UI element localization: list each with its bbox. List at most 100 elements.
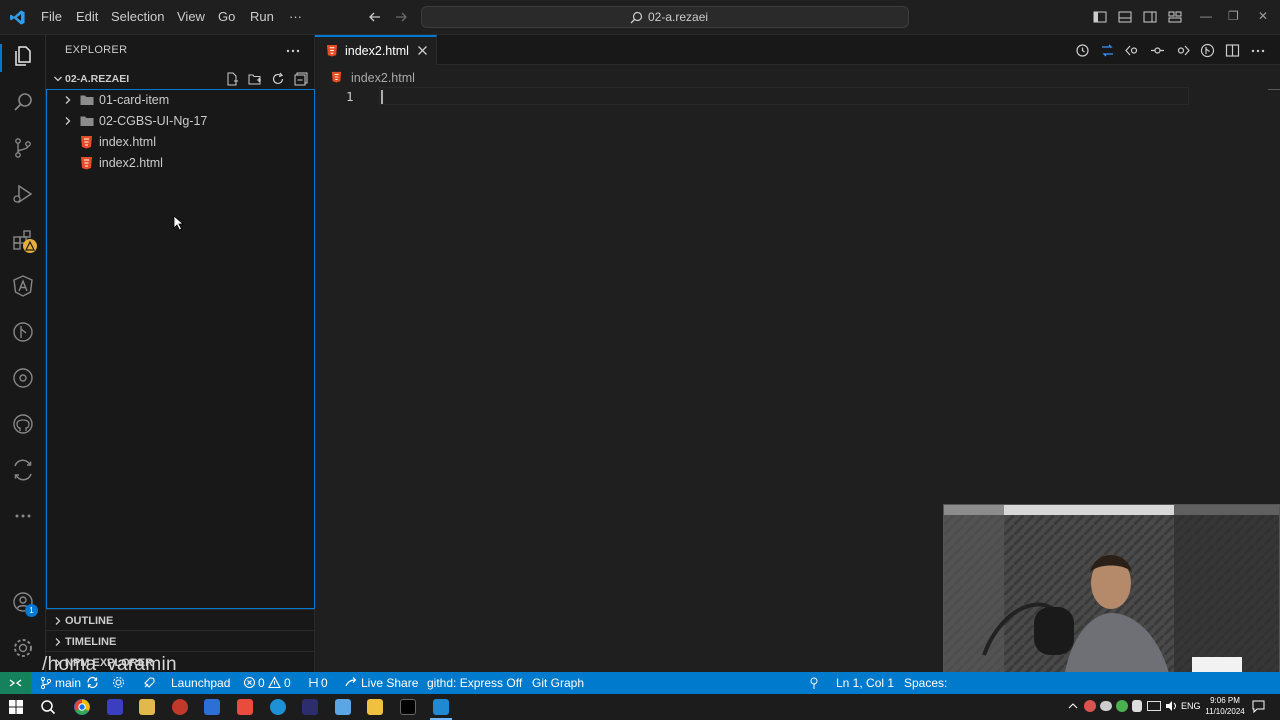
tree-item-label: 01-card-item (99, 93, 170, 107)
menu-go[interactable]: Go (218, 9, 235, 24)
clock-time[interactable]: 9:06 PM (1207, 696, 1243, 705)
git-graph-icon[interactable] (1200, 43, 1215, 58)
timeline-section[interactable]: TIMELINE (46, 630, 315, 651)
app-icon[interactable] (139, 699, 155, 715)
warning-count[interactable]: 0 (284, 676, 291, 690)
network-icon[interactable] (1147, 701, 1161, 711)
open-changes-icon[interactable] (1125, 43, 1140, 58)
taskbar-search-icon[interactable] (40, 699, 56, 715)
remote-explorer-icon[interactable] (11, 458, 35, 482)
show-hidden-icons[interactable] (1068, 702, 1078, 710)
extensions-icon[interactable] (11, 228, 37, 253)
breadcrumb[interactable]: index2.html (351, 71, 415, 85)
terminal-icon[interactable] (400, 699, 416, 715)
tree-item-folder[interactable]: 02-CGBS-UI-Ng-17 (47, 111, 314, 132)
close-tab-icon[interactable] (417, 45, 428, 56)
search-view-icon[interactable] (11, 90, 35, 114)
next-revision-icon[interactable] (1175, 43, 1190, 58)
app-icon[interactable] (204, 699, 220, 715)
toggle-secondary-sidebar-icon[interactable] (1143, 10, 1157, 24)
chevron-right-icon (62, 94, 74, 106)
live-share-label[interactable]: Live Share (361, 676, 418, 690)
close-window-button[interactable]: ✕ (1258, 9, 1268, 23)
workspace-root-header[interactable]: 02-A.REZAEI (46, 68, 315, 90)
explorer-tree[interactable]: 01-card-item 02-CGBS-UI-Ng-17 index.html… (46, 89, 315, 609)
githd-status[interactable]: githd: Express Off (427, 676, 522, 690)
toggle-panel-icon[interactable] (1118, 10, 1132, 24)
new-folder-icon[interactable] (248, 72, 262, 86)
vscode-taskbar-icon[interactable] (433, 699, 449, 715)
accounts-icon[interactable]: 1 (11, 590, 38, 617)
windows-start-icon[interactable] (9, 700, 23, 714)
menu-view[interactable]: View (177, 9, 205, 24)
location-pin-icon[interactable] (808, 676, 820, 690)
back-arrow-icon[interactable] (368, 10, 382, 24)
indentation[interactable]: Spaces: (904, 676, 947, 690)
skype-icon[interactable] (270, 699, 286, 715)
webcam-overlay (943, 504, 1280, 694)
tray-icon[interactable] (1116, 700, 1128, 712)
webcam-image (944, 505, 1279, 693)
source-control-icon[interactable] (11, 136, 35, 160)
gitlens-inspect-icon[interactable] (11, 366, 35, 390)
menu-file[interactable]: File (41, 9, 62, 24)
chrome-icon[interactable] (74, 699, 90, 715)
notification-icon[interactable] (1252, 700, 1265, 713)
tree-item-folder[interactable]: 01-card-item (47, 90, 314, 111)
more-actions-icon[interactable] (286, 48, 300, 54)
command-center[interactable]: 02-a.rezaei (421, 6, 909, 28)
volume-icon[interactable] (1165, 700, 1177, 712)
sync-icon[interactable] (86, 676, 99, 689)
outline-section[interactable]: OUTLINE (46, 609, 315, 630)
git-graph-status[interactable]: Git Graph (532, 676, 584, 690)
minimize-button[interactable]: — (1200, 9, 1212, 23)
timeline-history-icon[interactable] (1075, 43, 1090, 58)
explorer-icon[interactable] (11, 44, 35, 68)
refresh-icon[interactable] (271, 72, 285, 86)
status-bar: main Launchpad 0 0 0 Live Share githd: E… (0, 672, 1280, 694)
onedrive-icon[interactable] (1100, 701, 1112, 711)
menu-run[interactable]: Run (250, 9, 274, 24)
cursor-position[interactable]: Ln 1, Col 1 (836, 676, 894, 690)
app-icon[interactable] (172, 699, 188, 715)
split-editor-icon[interactable] (1225, 43, 1240, 58)
tree-item-file[interactable]: index.html (47, 132, 314, 153)
app-icon[interactable] (335, 699, 351, 715)
github-icon[interactable] (11, 412, 35, 436)
customize-layout-icon[interactable] (1168, 10, 1182, 24)
language-indicator[interactable]: ENG (1181, 701, 1201, 711)
tray-icon[interactable] (1084, 700, 1096, 712)
previous-revision-icon[interactable] (1150, 43, 1165, 58)
menu-more[interactable]: ··· (289, 9, 302, 24)
remote-indicator[interactable] (0, 672, 31, 694)
launchpad-label[interactable]: Launchpad (171, 676, 230, 690)
outline-label: OUTLINE (65, 615, 114, 627)
menu-selection[interactable]: Selection (111, 9, 164, 24)
tree-item-file[interactable]: index2.html (47, 153, 314, 174)
ports-count[interactable]: 0 (321, 676, 328, 690)
source-control-status-icon[interactable] (112, 676, 125, 689)
branch-label[interactable]: main (55, 676, 81, 690)
microphone-icon[interactable] (1132, 700, 1142, 712)
gitlens-icon[interactable] (11, 320, 35, 344)
app-icon[interactable] (107, 699, 123, 715)
new-file-icon[interactable] (225, 72, 239, 86)
menu-edit[interactable]: Edit (76, 9, 98, 24)
collapse-all-icon[interactable] (294, 72, 308, 86)
toggle-primary-sidebar-icon[interactable] (1093, 10, 1107, 24)
gitlens-toggle-icon[interactable] (1100, 43, 1115, 58)
app-icon[interactable] (237, 699, 253, 715)
file-explorer-icon[interactable] (367, 699, 383, 715)
restore-button[interactable]: ❐ (1228, 9, 1239, 23)
run-debug-icon[interactable] (11, 182, 35, 206)
app-icon[interactable] (302, 699, 318, 715)
editor-more-actions-icon[interactable] (1251, 49, 1265, 53)
chevron-right-icon (62, 115, 74, 127)
angular-icon[interactable] (11, 274, 35, 298)
tab-index2-html[interactable]: index2.html (315, 35, 437, 65)
forward-arrow-icon[interactable] (394, 10, 408, 24)
error-count[interactable]: 0 (258, 676, 265, 690)
manage-gear-icon[interactable] (11, 636, 35, 660)
clock-date[interactable]: 11/10/2024 (1202, 707, 1248, 716)
more-views-icon[interactable] (11, 504, 35, 528)
